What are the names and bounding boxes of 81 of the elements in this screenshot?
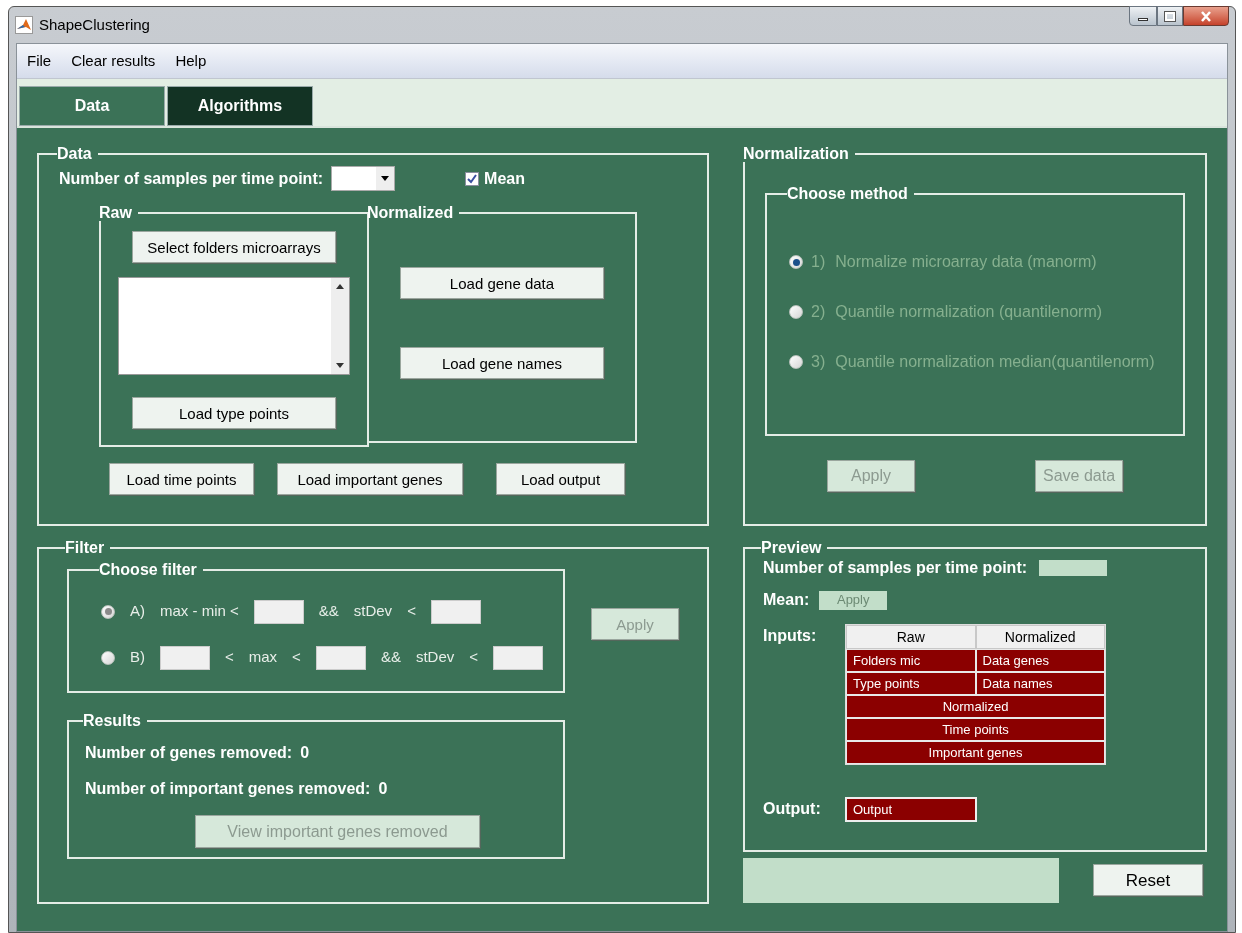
app-logo-icon: [15, 16, 33, 34]
group-title: Data: [57, 146, 93, 162]
field-label: Mean:: [763, 590, 810, 610]
column-header: Normalized: [975, 625, 1105, 649]
button[interactable]: Load important genes: [277, 463, 463, 495]
scroll-down-icon[interactable]: [336, 363, 344, 368]
filter-text: &&: [380, 647, 401, 668]
value-field: [1039, 560, 1108, 576]
caret-icon: [381, 176, 390, 181]
group-title: Choose method: [787, 186, 909, 202]
dropdown[interactable]: [331, 166, 396, 191]
close-button[interactable]: [1183, 6, 1229, 26]
result-label: Number of genes removed:: [85, 743, 293, 763]
filter-text: B): [130, 647, 145, 668]
result-value: 0: [378, 779, 388, 799]
button[interactable]: Load output: [496, 463, 625, 495]
reset-button[interactable]: Reset: [1093, 864, 1203, 896]
option-number: 2): [811, 302, 826, 322]
filter-text: max: [248, 647, 278, 668]
tab[interactable]: Algorithms: [167, 86, 313, 126]
table-cell: Time points: [846, 718, 1105, 741]
option-label: Quantile normalization median(quantilenorm): [835, 352, 1155, 372]
check-icon: [467, 173, 478, 184]
filter-text: &&: [318, 601, 339, 622]
button[interactable]: Load gene data: [400, 267, 604, 299]
field-label: Output:: [763, 799, 822, 819]
filter-text: stDev: [353, 601, 393, 622]
field-label: Number of samples per time point:: [763, 558, 1028, 578]
button[interactable]: Select folders microarrays: [132, 231, 336, 263]
group-title: Raw: [99, 205, 133, 221]
input-field[interactable]: [493, 645, 543, 670]
menu-item[interactable]: File: [27, 49, 52, 73]
result-label: Number of important genes removed:: [85, 779, 371, 799]
group-title: Normalization: [743, 146, 850, 162]
close-icon: [1200, 10, 1212, 22]
output-cell: Output: [845, 797, 977, 822]
maximize-button[interactable]: [1157, 6, 1183, 26]
result-value: 0: [300, 743, 310, 763]
minimize-button[interactable]: [1129, 6, 1157, 26]
button[interactable]: Load gene names: [400, 347, 604, 379]
input-field[interactable]: [160, 645, 210, 670]
filter-text: <: [225, 647, 234, 668]
table-cell: Data genes: [975, 649, 1105, 672]
filter-text: max - min <: [160, 601, 239, 622]
group-title: Filter: [65, 540, 106, 556]
field-label: Number of samples per time point:: [59, 168, 324, 189]
button[interactable]: Load type points: [132, 397, 336, 429]
menu-item[interactable]: Clear results: [71, 49, 156, 73]
filter-text: <: [292, 647, 301, 668]
group-title: Choose filter: [99, 562, 198, 578]
input-field[interactable]: [253, 599, 304, 624]
menu-item[interactable]: Help: [175, 49, 207, 73]
filter-text: A): [130, 601, 145, 622]
option-label: Normalize microarray data (manorm): [835, 252, 1097, 272]
radio-button[interactable]: [101, 650, 115, 665]
option-label: Quantile normalization (quantilenorm): [835, 302, 1103, 322]
checkbox[interactable]: [465, 171, 480, 186]
input-field[interactable]: [315, 645, 366, 670]
group-title: Preview: [761, 540, 823, 556]
group-title: Results: [83, 713, 142, 729]
table-cell: Data names: [975, 672, 1105, 695]
button[interactable]: Load time points: [109, 463, 254, 495]
radio-button[interactable]: [101, 604, 115, 619]
option-number: 3): [811, 352, 826, 372]
filter-text: stDev: [415, 647, 455, 668]
checkbox-label: Mean: [484, 168, 525, 189]
table-cell: Folders mic: [846, 649, 976, 672]
group-title: Normalized: [367, 205, 455, 221]
table-cell: Important genes: [846, 741, 1105, 764]
column-header: Raw: [846, 625, 976, 649]
filter-text: <: [407, 601, 416, 622]
input-field[interactable]: [430, 599, 481, 624]
tab[interactable]: Data: [19, 86, 165, 126]
table-cell: Normalized: [846, 695, 1105, 718]
option-number: 1): [811, 252, 826, 272]
scroll-up-icon[interactable]: [336, 284, 344, 289]
table-cell: Type points: [846, 672, 976, 695]
value-field: Apply: [819, 590, 888, 610]
filter-text: <: [469, 647, 478, 668]
field-label: Inputs:: [763, 626, 818, 646]
window-title: ShapeClustering: [39, 14, 150, 35]
